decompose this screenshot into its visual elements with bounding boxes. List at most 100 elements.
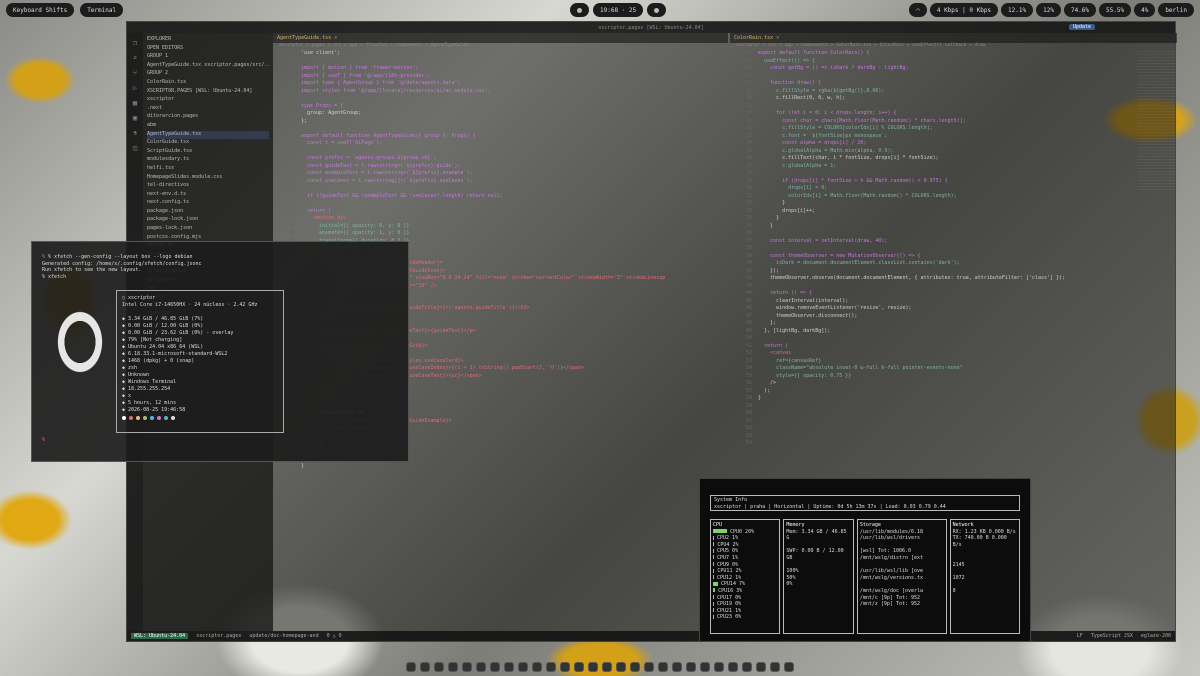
dock-app-icon[interactable]	[434, 662, 444, 672]
code-line[interactable]: 8 type Props = {	[277, 103, 728, 111]
eol-indicator[interactable]: LF	[1077, 633, 1083, 639]
dock-app-icon[interactable]	[770, 662, 780, 672]
dock-app-icon[interactable]	[420, 662, 430, 672]
code-line[interactable]: 25 animate={{ opacity: 1, y: 0 }}	[277, 230, 728, 238]
file-tree-item[interactable]: ColorGuide.tsx	[147, 139, 269, 148]
code-line[interactable]: 16 function draw() {	[734, 80, 1177, 88]
close-icon[interactable]: ×	[776, 35, 779, 41]
code-area[interactable]: 12 export default function ColorRain() { 1…	[730, 50, 1177, 448]
code-line[interactable]: 43	[734, 283, 1177, 291]
code-line[interactable]: 28	[734, 170, 1177, 178]
dock-app-icon[interactable]	[672, 662, 682, 672]
remote-indicator[interactable]: WSL: Ubuntu-24.04	[131, 633, 189, 639]
code-line[interactable]: 60	[734, 410, 1177, 418]
volume-indicator[interactable]: 4%	[1134, 3, 1156, 17]
file-tree-item[interactable]: ditorarcion.pages	[147, 113, 269, 122]
code-line[interactable]: 33 drops[i]++;	[734, 208, 1177, 216]
code-line[interactable]: 52 <canvas	[734, 350, 1177, 358]
code-line[interactable]: 14 const getBg = () => isDark ? darkBg :…	[734, 65, 1177, 73]
code-line[interactable]: 22 c.fillStyle = COLORS[colorIdx[i] % CO…	[734, 125, 1177, 133]
file-tree-item[interactable]: pages-lock.json	[147, 225, 269, 234]
file-tree-item[interactable]: AgentTypeGuide.tsx xscriptor.pages/src/.…	[147, 62, 269, 71]
code-line[interactable]: 45 clearInterval(interval);	[734, 298, 1177, 306]
code-line[interactable]: 1 'use client';	[277, 50, 728, 58]
code-line[interactable]: 2	[277, 58, 728, 66]
code-line[interactable]: 50	[734, 335, 1177, 343]
dock-app-icon[interactable]	[630, 662, 640, 672]
code-line[interactable]: 41 });	[734, 268, 1177, 276]
code-line[interactable]: 42 themeObserver.observe(document.docume…	[734, 275, 1177, 283]
file-tree-item[interactable]: HomepageSlides.module.css	[147, 174, 269, 183]
file-tree-item[interactable]: modulesdary.ts	[147, 156, 269, 165]
memory-indicator[interactable]: 55.5%	[1099, 3, 1132, 17]
code-line[interactable]: 37 const interval = setInterval(draw, 40…	[734, 238, 1177, 246]
file-tree-item[interactable]: next.config.ts	[147, 199, 269, 208]
code-line[interactable]: 44 return () => {	[734, 290, 1177, 298]
code-line[interactable]: 4 import { useT } from '@/app/i18n-provid…	[277, 73, 728, 81]
code-line[interactable]: 6 import styles from '@/app/[locale]/reso…	[277, 88, 728, 96]
breadcrumb[interactable]: xscriptor > src > app > components > Col…	[730, 43, 1177, 50]
code-line[interactable]: 64	[734, 440, 1177, 448]
code-line[interactable]: 18 const useCases = t.raw<string[]>(`${p…	[277, 178, 728, 186]
search-icon[interactable]: ⌕	[133, 54, 137, 62]
code-line[interactable]: 26 c.fillText(char, i * fontSize, drops[…	[734, 155, 1177, 163]
code-line[interactable]: 11	[277, 125, 728, 133]
code-line[interactable]: 15	[734, 73, 1177, 81]
code-line[interactable]: 36	[734, 230, 1177, 238]
code-line[interactable]: 55 style={{ opacity: 0.75 }}	[734, 373, 1177, 381]
code-line[interactable]: 56 />	[734, 380, 1177, 388]
close-icon[interactable]: ×	[334, 35, 337, 41]
network-speed[interactable]: 4 Kbps | 0 Kbps	[929, 3, 999, 17]
file-tree-item[interactable]: XSCRIPTOR.PAGES [WSL: Ubuntu-24.04]	[147, 88, 269, 97]
vscode-titlebar[interactable]: xscriptor.pages [WSL: Ubuntu-24.04] Upda…	[127, 22, 1175, 33]
workspace-pill-1[interactable]: Keyboard Shifts	[6, 3, 75, 17]
tab-colorrain[interactable]: ColorRain.tsx ×	[734, 35, 779, 41]
file-tree-item[interactable]: package-lock.json	[147, 216, 269, 225]
code-line[interactable]: 22 return (	[277, 208, 728, 216]
cpu-indicator[interactable]: 12.1%	[1001, 3, 1034, 17]
file-tree-item[interactable]: tel-directivos	[147, 182, 269, 191]
code-line[interactable]: 53 ref={canvasRef}	[734, 358, 1177, 366]
code-line[interactable]: 61	[734, 418, 1177, 426]
code-line[interactable]: 16 const guideText = t.raw<string>(`${pr…	[277, 163, 728, 171]
remote-icon[interactable]: ▣	[133, 114, 137, 122]
code-line[interactable]: 49 }, [lightBg, darkBg]);	[734, 328, 1177, 336]
code-line[interactable]: 31 colorIdx[i] = Math.floor(Math.random(…	[734, 193, 1177, 201]
dock-app-icon[interactable]	[560, 662, 570, 672]
file-tree-item[interactable]: ScriptGuide.tsx	[147, 148, 269, 157]
code-line[interactable]: 63	[734, 433, 1177, 441]
code-line[interactable]: 21 const char = chars[Math.floor(Math.ra…	[734, 118, 1177, 126]
testing-icon[interactable]: ⚗	[133, 129, 137, 137]
file-tree-item[interactable]: .next	[147, 105, 269, 114]
dock-app-icon[interactable]	[588, 662, 598, 672]
code-line[interactable]: 25 c.globalAlpha = Math.min(alpha, 0.9);	[734, 148, 1177, 156]
dock-app-icon[interactable]	[504, 662, 514, 672]
code-line[interactable]: 51 return (	[734, 343, 1177, 351]
code-line[interactable]: 34 }	[734, 215, 1177, 223]
dock-app-icon[interactable]	[546, 662, 556, 672]
code-line[interactable]: 32 }	[734, 200, 1177, 208]
workspace-pill-2[interactable]: Terminal	[80, 3, 124, 17]
minimap[interactable]	[1137, 50, 1177, 190]
dock-app-icon[interactable]	[406, 662, 416, 672]
code-line[interactable]: 27 c.globalAlpha = 1;	[734, 163, 1177, 171]
run-debug-icon[interactable]: ▷	[133, 84, 137, 92]
file-tree-item[interactable]: next-env.d.ts	[147, 191, 269, 200]
code-line[interactable]: 35 }	[734, 223, 1177, 231]
weather-indicator[interactable]: berlin	[1158, 3, 1194, 17]
file-tree-item[interactable]: xscriptor	[147, 96, 269, 105]
code-line[interactable]: 19	[734, 103, 1177, 111]
file-tree-item[interactable]: GROUP 2	[147, 70, 269, 79]
code-line[interactable]: 24 initial={{ opacity: 0, y: 8 }}	[277, 223, 728, 231]
code-line[interactable]: 39 const themeObserver = new MutationObs…	[734, 253, 1177, 261]
dock-app-icon[interactable]	[518, 662, 528, 672]
code-line[interactable]: 14	[277, 148, 728, 156]
wifi-indicator[interactable]: ◠	[909, 3, 927, 17]
code-line[interactable]: 12 export default function ColorRain() {	[734, 50, 1177, 58]
dock-app-icon[interactable]	[462, 662, 472, 672]
language-indicator[interactable]: TypeScript JSX	[1091, 633, 1133, 639]
dock-app-icon[interactable]	[448, 662, 458, 672]
dock-app-icon[interactable]	[616, 662, 626, 672]
temp-indicator[interactable]: 74.6%	[1063, 3, 1097, 17]
breadcrumb[interactable]: xscriptor > pages > src > app > [locale]…	[273, 43, 728, 50]
